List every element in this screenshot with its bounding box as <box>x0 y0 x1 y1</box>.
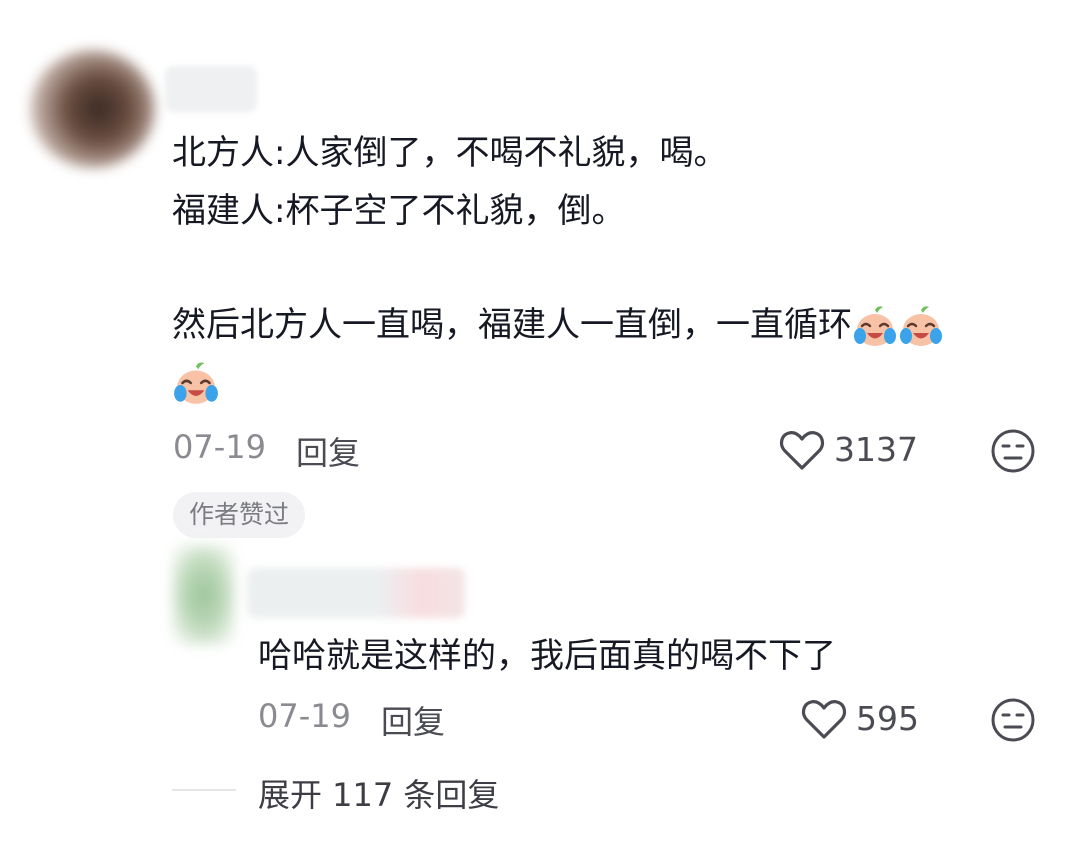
laughing-crying-peach-emoji-icon <box>854 305 896 346</box>
heart-outline-icon[interactable] <box>778 428 826 472</box>
expand-divider <box>172 789 236 791</box>
commenter-avatar[interactable] <box>30 50 155 168</box>
commenter-name-blurred[interactable] <box>165 66 257 112</box>
reply-date: 07-19 <box>258 697 351 735</box>
meh-face-icon[interactable] <box>990 428 1036 474</box>
comment-reply-button[interactable]: 回复 <box>296 428 360 474</box>
laughing-crying-peach-emoji-icon <box>174 362 218 404</box>
comment-line-3: 然后北方人一直喝，福建人一直倒，一直循环 <box>172 302 944 350</box>
comment-line-2: 福建人:杯子空了不礼貌，倒。 <box>172 191 626 231</box>
author-liked-badge: 作者赞过 <box>173 492 306 538</box>
comment-like-count: 3137 <box>834 430 918 469</box>
heart-outline-icon[interactable] <box>800 697 848 741</box>
comment-date: 07-19 <box>173 428 266 466</box>
laughing-crying-peach-emoji-icon <box>900 305 942 346</box>
replier-name-blurred[interactable] <box>247 568 465 618</box>
replier-avatar[interactable] <box>172 545 235 645</box>
comment-line-3-text: 然后北方人一直喝，福建人一直倒，一直循环 <box>172 305 852 345</box>
meh-face-icon[interactable] <box>990 697 1036 743</box>
comment-line-1: 北方人:人家倒了，不喝不礼貌，喝。 <box>172 133 728 173</box>
reply-like-count: 595 <box>856 699 919 738</box>
expand-replies-button[interactable]: 展开 117 条回复 <box>258 770 499 816</box>
reply-reply-button[interactable]: 回复 <box>381 697 445 743</box>
reply-text: 哈哈就是这样的，我后面真的喝不下了 <box>258 636 836 676</box>
